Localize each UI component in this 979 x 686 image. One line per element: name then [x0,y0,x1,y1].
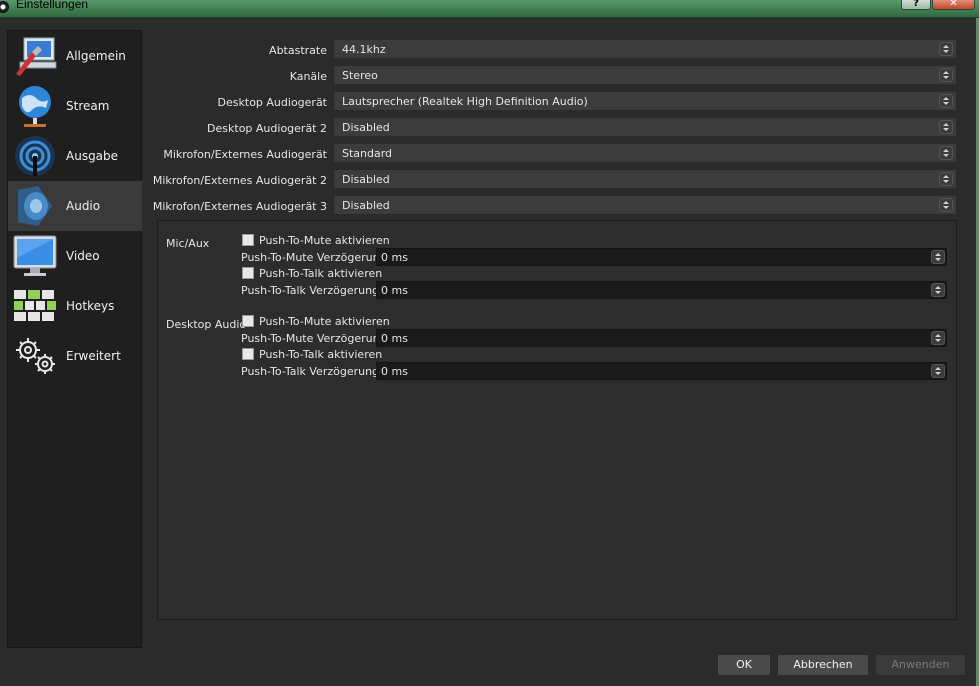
updown-arrows-icon[interactable] [939,120,953,134]
sample-rate-label: Abtastrate [269,44,327,57]
mic-device-select[interactable]: Standard [333,143,957,163]
mic-device-2-label: Mikrofon/Externes Audiogerät 2 [152,174,327,187]
sidebar-item-allgemein[interactable]: Allgemein [8,31,142,81]
desktop-audio-device-2-select[interactable]: Disabled [333,117,957,137]
mic-push-to-talk-checkbox[interactable] [242,267,254,279]
sidebar-item-ausgabe[interactable]: Ausgabe [8,131,142,181]
general-settings-icon [16,37,57,76]
sample-rate-select[interactable]: 44.1khz [333,39,957,59]
sidebar-item-stream[interactable]: Stream [8,81,142,131]
updown-arrows-icon[interactable] [931,364,945,378]
mic-push-to-talk-delay-value: 0 ms [381,284,408,297]
mic-device-3-value: Disabled [342,199,390,212]
mic-push-to-mute-delay-label: Push-To-Mute Verzögerung [241,251,387,264]
mic-aux-group-title: Mic/Aux [166,237,210,250]
mic-device-3-label: Mikrofon/Externes Audiogerät 3 [152,200,327,213]
desktop-push-to-mute-delay-label: Push-To-Mute Verzögerung [241,332,387,345]
window-title: Einstellungen [16,0,89,11]
cancel-button[interactable]: Abbrechen [777,654,869,676]
sidebar-item-label: Audio [66,199,101,213]
speaker-icon [18,186,52,226]
updown-arrows-icon[interactable] [931,250,945,264]
desktop-push-to-talk-delay-label: Push-To-Talk Verzögerung [241,365,380,378]
sidebar-item-label: Allgemein [66,49,126,63]
desktop-audio-device-2-value: Disabled [342,121,390,134]
help-button[interactable]: ? [901,0,931,10]
obs-app-icon [0,1,9,13]
mic-push-to-talk-delay-input[interactable]: 0 ms [376,281,947,299]
desktop-push-to-talk-delay-value: 0 ms [381,365,408,378]
desktop-audio-device-value: Lautsprecher (Realtek High Definition Au… [342,95,588,108]
audio-hotkeys-panel [157,220,957,620]
keyboard-icon [14,290,56,321]
mic-push-to-mute-label: Push-To-Mute aktivieren [259,234,390,247]
settings-sidebar: Allgemein Stream Ausgabe Audio Video Hot… [7,30,142,648]
monitor-icon [13,235,57,276]
updown-arrows-icon[interactable] [939,94,953,108]
sidebar-item-video[interactable]: Video [8,231,142,281]
sidebar-item-label: Erweitert [66,349,121,363]
channels-label: Kanäle [289,70,327,83]
globe-stream-icon [19,86,51,127]
desktop-push-to-talk-label: Push-To-Talk aktivieren [259,348,383,361]
desktop-push-to-mute-delay-value: 0 ms [381,332,408,345]
mic-device-2-value: Disabled [342,173,390,186]
sidebar-item-audio[interactable]: Audio [8,181,142,231]
channels-select[interactable]: Stereo [333,65,957,85]
broadcast-output-icon [15,136,55,176]
desktop-push-to-talk-checkbox[interactable] [242,348,254,360]
mic-push-to-talk-delay-label: Push-To-Talk Verzögerung [241,284,380,297]
desktop-audio-device-2-label: Desktop Audiogerät 2 [207,122,327,135]
sidebar-item-label: Hotkeys [66,299,115,313]
mic-push-to-mute-delay-input[interactable]: 0 ms [376,248,947,266]
mic-push-to-mute-checkbox[interactable] [242,234,254,246]
updown-arrows-icon[interactable] [931,331,945,345]
gears-icon [16,338,55,374]
desktop-push-to-mute-checkbox[interactable] [242,315,254,327]
desktop-audio-device-label: Desktop Audiogerät [217,96,327,109]
mic-device-value: Standard [342,147,393,160]
sidebar-item-label: Video [66,249,100,263]
channels-value: Stereo [342,69,378,82]
sidebar-item-label: Ausgabe [66,149,119,163]
sample-rate-value: 44.1khz [342,43,386,56]
desktop-audio-device-select[interactable]: Lautsprecher (Realtek High Definition Au… [333,91,957,111]
title-bar: Einstellungen ? ✕ [0,0,979,18]
mic-device-2-select[interactable]: Disabled [333,169,957,189]
mic-push-to-talk-label: Push-To-Talk aktivieren [259,267,383,280]
desktop-audio-group-title: Desktop Audio [166,318,247,331]
close-button[interactable]: ✕ [932,0,975,10]
desktop-push-to-mute-label: Push-To-Mute aktivieren [259,315,390,328]
ok-button[interactable]: OK [717,654,771,676]
desktop-push-to-talk-delay-input[interactable]: 0 ms [376,362,947,380]
updown-arrows-icon[interactable] [939,146,953,160]
sidebar-item-label: Stream [66,99,110,113]
updown-arrows-icon[interactable] [939,198,953,212]
desktop-push-to-mute-delay-input[interactable]: 0 ms [376,329,947,347]
mic-device-label: Mikrofon/Externes Audiogerät [163,148,327,161]
updown-arrows-icon[interactable] [931,283,945,297]
sidebar-item-erweitert[interactable]: Erweitert [8,331,142,381]
mic-push-to-mute-delay-value: 0 ms [381,251,408,264]
mic-device-3-select[interactable]: Disabled [333,195,957,215]
sidebar-item-hotkeys[interactable]: Hotkeys [8,281,142,331]
updown-arrows-icon[interactable] [939,42,953,56]
updown-arrows-icon[interactable] [939,68,953,82]
apply-button[interactable]: Anwenden [875,654,966,676]
updown-arrows-icon[interactable] [939,172,953,186]
